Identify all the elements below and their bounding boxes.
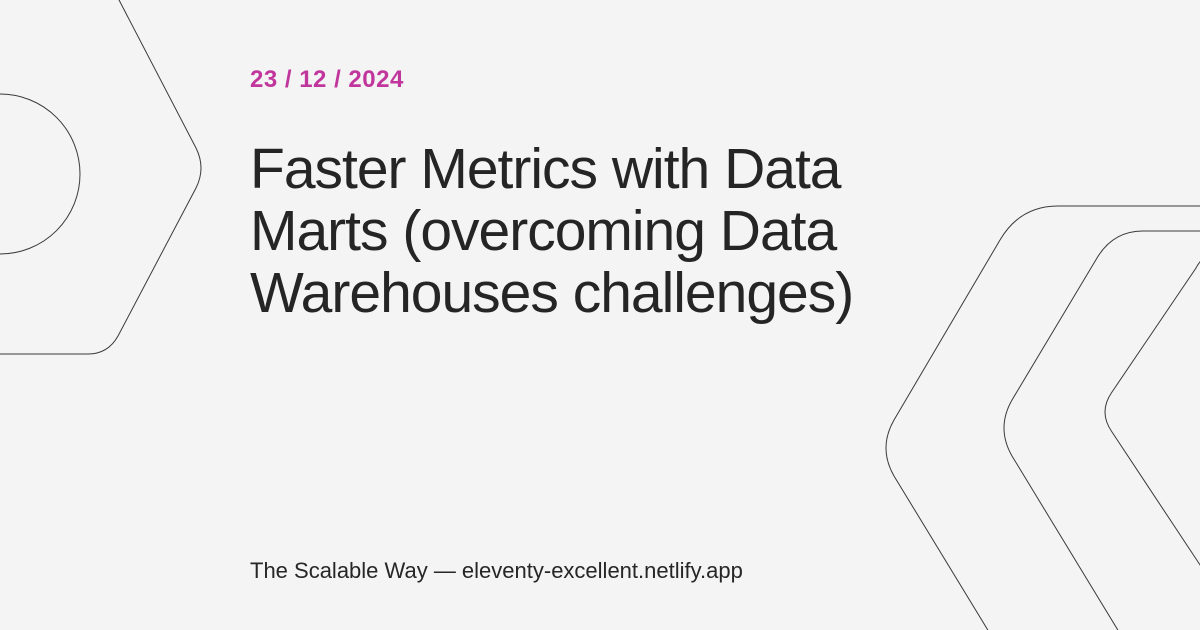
post-title: Faster Metrics with Data Marts (overcomi… [250,137,854,325]
post-date: 23 / 12 / 2024 [250,66,404,93]
left-hexagon-outline [0,0,202,355]
left-circle-outline [0,93,81,255]
right-hexagon-outline-inner [1104,261,1200,566]
right-hexagon-outline-middle [1003,230,1200,630]
site-footer: The Scalable Way — eleventy-excellent.ne… [250,558,743,583]
social-card: 23 / 12 / 2024 Faster Metrics with Data … [0,0,1200,630]
